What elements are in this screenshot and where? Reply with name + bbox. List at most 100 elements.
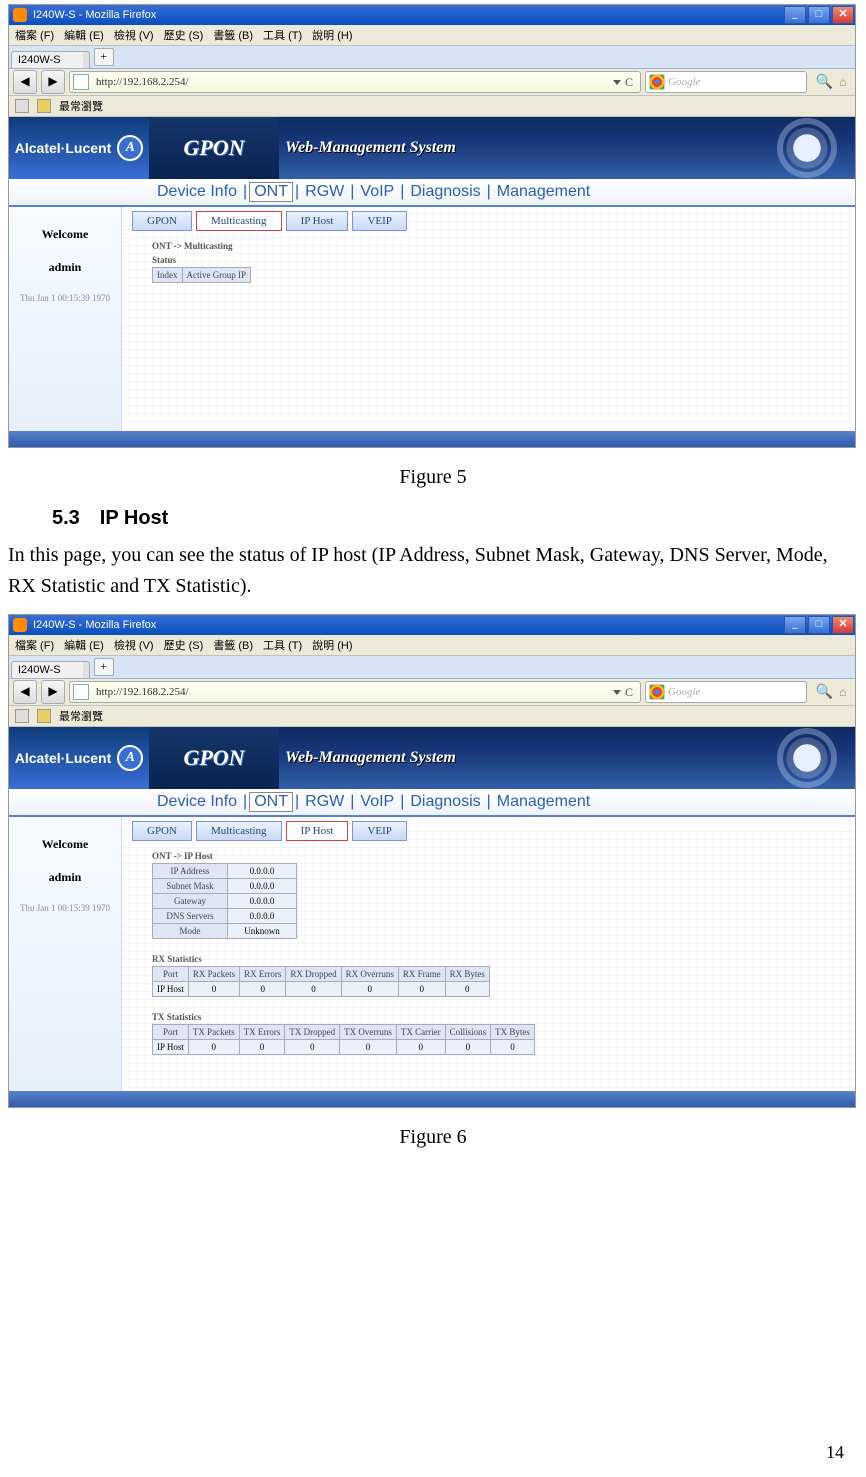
home-button[interactable]: ⌂ [839,685,846,700]
sidebar-welcome: Welcome [42,837,89,852]
chevron-down-icon[interactable] [613,690,621,695]
browser-menubar: 檔案 (F) 編輯 (E) 檢視 (V) 歷史 (S) 書籤 (B) 工具 (T… [9,635,855,656]
kv-gw-value: 0.0.0.0 [228,894,297,909]
menu-bookmarks[interactable]: 書籤 (B) [213,27,253,43]
url-text: http://192.168.2.254/ [92,686,606,698]
kv-mode-value: Unknown [228,924,297,939]
brand-logo-icon: A [117,745,143,771]
tx-carrier: 0 [396,1040,445,1055]
subtab-gpon[interactable]: GPON [132,821,192,841]
page-content: Alcatel·Lucent A GPON Web-Management Sys… [9,727,855,1107]
menu-history[interactable]: 歷史 (S) [164,27,204,43]
search-box[interactable]: Google [645,681,807,703]
menu-file[interactable]: 檔案 (F) [15,637,54,653]
new-tab-button[interactable]: + [94,658,114,676]
search-icon[interactable]: 🔍 [816,74,833,91]
search-box[interactable]: Google [645,71,807,93]
nav-voip[interactable]: VoIP [356,793,398,811]
menu-file[interactable]: 檔案 (F) [15,27,54,43]
product-banner: Alcatel·Lucent A GPON Web-Management Sys… [9,117,855,179]
tx-h-errors: TX Errors [239,1025,285,1040]
subtab-iphost[interactable]: IP Host [286,211,349,231]
main-panel: GPON Multicasting IP Host VEIP ONT -> Mu… [122,207,855,431]
url-text: http://192.168.2.254/ [92,76,606,88]
nav-management[interactable]: Management [493,183,594,201]
firefox-icon [13,618,27,632]
menu-help[interactable]: 說明 (H) [312,27,352,43]
site-identity-icon [73,74,89,90]
subtab-gpon[interactable]: GPON [132,211,192,231]
menu-view[interactable]: 檢視 (V) [114,637,154,653]
rx-h-dropped: RX Dropped [286,967,341,982]
bookmark-folder-icon[interactable] [37,709,51,723]
kv-dns-value: 0.0.0.0 [228,909,297,924]
window-minimize-button[interactable]: _ [784,6,806,24]
menu-history[interactable]: 歷史 (S) [164,637,204,653]
menu-edit[interactable]: 編輯 (E) [64,27,104,43]
kv-dns-label: DNS Servers [153,909,228,924]
nav-sep: | [293,793,301,811]
nav-ont[interactable]: ONT [249,792,293,812]
nav-back-button[interactable]: ◀ [13,70,37,94]
nav-ont[interactable]: ONT [249,182,293,202]
bookmark-icon[interactable] [15,709,29,723]
nav-back-button[interactable]: ◀ [13,680,37,704]
address-bar[interactable]: http://192.168.2.254/ C [69,71,641,93]
nav-forward-button[interactable]: ▶ [41,70,65,94]
menu-tools[interactable]: 工具 (T) [263,637,302,653]
nav-diagnosis[interactable]: Diagnosis [406,793,484,811]
new-tab-button[interactable]: + [94,48,114,66]
nav-sep: | [348,793,356,811]
window-close-button[interactable]: ✕ [832,616,854,634]
nav-device-info[interactable]: Device Info [153,793,241,811]
tx-packets: 0 [188,1040,239,1055]
nav-voip[interactable]: VoIP [356,183,398,201]
search-icon[interactable]: 🔍 [816,684,833,701]
browser-tab[interactable]: I240W-S [11,51,90,68]
reload-button[interactable]: C [625,75,633,90]
bookmark-icon[interactable] [15,99,29,113]
window-close-button[interactable]: ✕ [832,6,854,24]
nav-sep: | [398,793,406,811]
url-tail: C [606,685,640,700]
menu-view[interactable]: 檢視 (V) [114,27,154,43]
menu-edit[interactable]: 編輯 (E) [64,637,104,653]
subtab-veip[interactable]: VEIP [352,821,406,841]
tx-h-bytes: TX Bytes [491,1025,535,1040]
rx-overruns: 0 [341,982,398,997]
subtab-veip[interactable]: VEIP [352,211,406,231]
product-subtitle: Web-Management System [279,727,855,789]
browser-tab[interactable]: I240W-S [11,661,90,678]
tx-h-packets: TX Packets [188,1025,239,1040]
window-maximize-button[interactable]: □ [808,616,830,634]
bookmark-label[interactable]: 最常瀏覽 [59,98,103,114]
menu-tools[interactable]: 工具 (T) [263,27,302,43]
brand-text: Alcatel·Lucent [15,750,111,766]
bookmark-label[interactable]: 最常瀏覽 [59,708,103,724]
nav-management[interactable]: Management [493,793,594,811]
chevron-down-icon[interactable] [613,80,621,85]
nav-rgw[interactable]: RGW [301,183,348,201]
nav-diagnosis[interactable]: Diagnosis [406,183,484,201]
nav-rgw[interactable]: RGW [301,793,348,811]
subtab-iphost[interactable]: IP Host [286,821,349,841]
nav-forward-button[interactable]: ▶ [41,680,65,704]
window-minimize-button[interactable]: _ [784,616,806,634]
window-maximize-button[interactable]: □ [808,6,830,24]
reload-button[interactable]: C [625,685,633,700]
screenshot-figure-6: I240W-S - Mozilla Firefox _ □ ✕ 檔案 (F) 編… [8,614,858,1108]
subtab-multicasting[interactable]: Multicasting [196,821,282,841]
bookmark-folder-icon[interactable] [37,99,51,113]
home-button[interactable]: ⌂ [839,75,846,90]
sidebar: Welcome admin Thu Jan 1 00:15:39 1970 [9,817,122,1091]
status-col-active-group-ip: Active Group IP [182,268,251,283]
nav-device-info[interactable]: Device Info [153,183,241,201]
nav-sep: | [293,183,301,201]
menu-bookmarks[interactable]: 書籤 (B) [213,637,253,653]
subtab-multicasting[interactable]: Multicasting [196,211,282,231]
menu-help[interactable]: 說明 (H) [312,637,352,653]
browser-tabbar: I240W-S + [9,656,855,679]
right-toolbar: 🔍 ⌂ [811,684,851,701]
address-bar[interactable]: http://192.168.2.254/ C [69,681,641,703]
footer-strip [9,1091,855,1107]
